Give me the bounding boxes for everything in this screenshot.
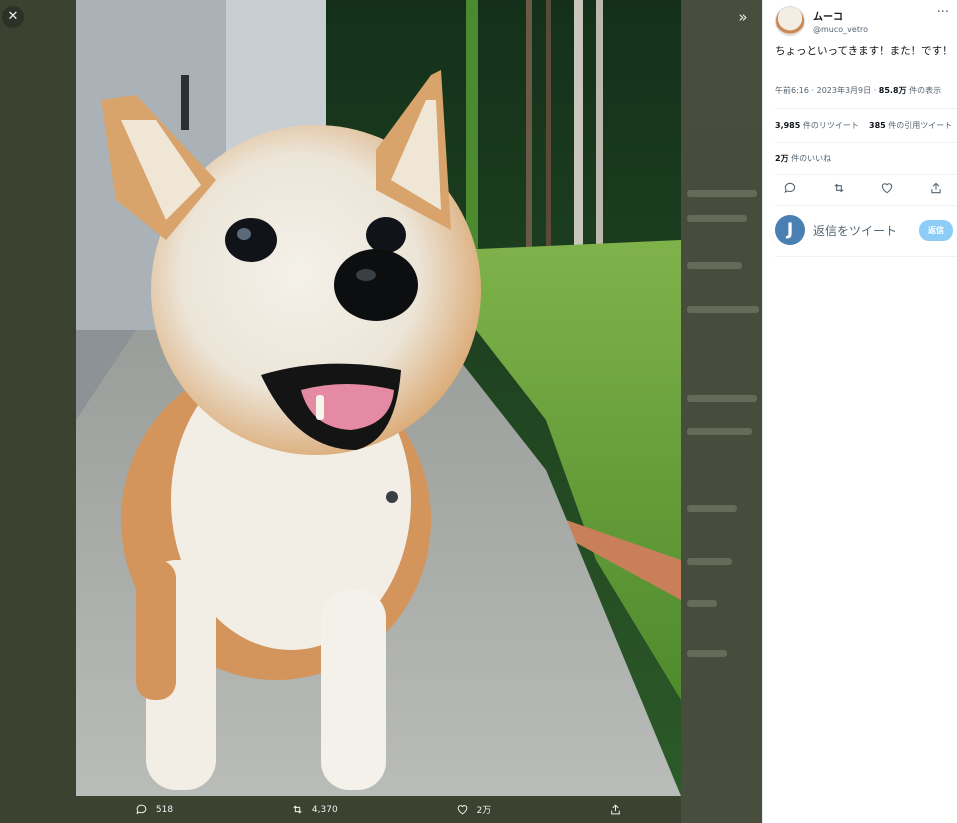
avatar[interactable] (775, 6, 805, 36)
views-label: 件の表示 (909, 86, 942, 95)
reply-button[interactable]: 返信 (919, 219, 953, 241)
reply-composer: J 返信をツイート 返信 (775, 215, 953, 245)
tweet-meta: 午前6:16 · 2023年3月9日 · 85.8万 件の表示 (775, 86, 942, 95)
tweet-photo[interactable] (76, 0, 681, 796)
collapse-panel-button[interactable]: » (732, 6, 754, 28)
media-viewer: ✕ » 518 4,370 2万 (0, 0, 762, 823)
tweet-actions (783, 181, 943, 195)
tweet-author[interactable]: ムーコ @muco_vetro (775, 6, 868, 36)
share-icon[interactable] (929, 181, 943, 195)
divider (775, 108, 957, 109)
tweet-stats: 3,985 件のリツイート 385 件の引用ツイート (775, 120, 952, 131)
share-action[interactable] (609, 803, 622, 816)
avatar[interactable]: J (775, 215, 805, 245)
retweet-action[interactable]: 4,370 (291, 803, 338, 816)
retweet-count: 4,370 (311, 804, 338, 815)
quotes-stat[interactable]: 385 件の引用ツイート (869, 121, 952, 130)
double-chevron-right-icon: » (738, 8, 748, 26)
media-action-bar: 518 4,370 2万 (76, 796, 681, 823)
shiba-dog-photo (76, 0, 681, 796)
reply-action[interactable]: 518 (135, 803, 173, 816)
tweet-time[interactable]: 午前6:16 (775, 86, 809, 95)
reply-icon (136, 804, 147, 815)
background-timeline (681, 0, 762, 823)
retweet-icon (293, 805, 302, 814)
more-options-icon[interactable]: ··· (937, 5, 949, 20)
reply-icon[interactable] (783, 181, 797, 195)
heart-icon (457, 805, 467, 815)
close-button[interactable]: ✕ (2, 6, 24, 28)
reply-input[interactable]: 返信をツイート (813, 222, 911, 239)
retweets-stat[interactable]: 3,985 件のリツイート (775, 121, 861, 130)
divider (775, 174, 957, 175)
divider (775, 205, 957, 206)
tweet-text: ちょっといってきます！また！です！ (775, 45, 953, 57)
retweet-icon[interactable] (832, 181, 846, 195)
like-count: 2万 (476, 806, 492, 816)
share-icon (611, 804, 620, 815)
divider (775, 142, 957, 143)
close-icon: ✕ (7, 9, 19, 24)
heart-icon[interactable] (880, 181, 894, 195)
tweet-date[interactable]: 2023年3月9日 (817, 86, 872, 95)
like-action[interactable]: 2万 (456, 803, 492, 816)
divider (775, 256, 957, 257)
views-count: 85.8万 (878, 86, 907, 95)
author-handle[interactable]: @muco_vetro (813, 25, 868, 34)
likes-stat[interactable]: 2万 件のいいね (775, 153, 831, 164)
author-name[interactable]: ムーコ (813, 8, 868, 23)
reply-count: 518 (155, 804, 174, 815)
tweet-detail-panel: ムーコ @muco_vetro ··· ちょっといってきます！また！です！ 午前… (762, 0, 957, 823)
